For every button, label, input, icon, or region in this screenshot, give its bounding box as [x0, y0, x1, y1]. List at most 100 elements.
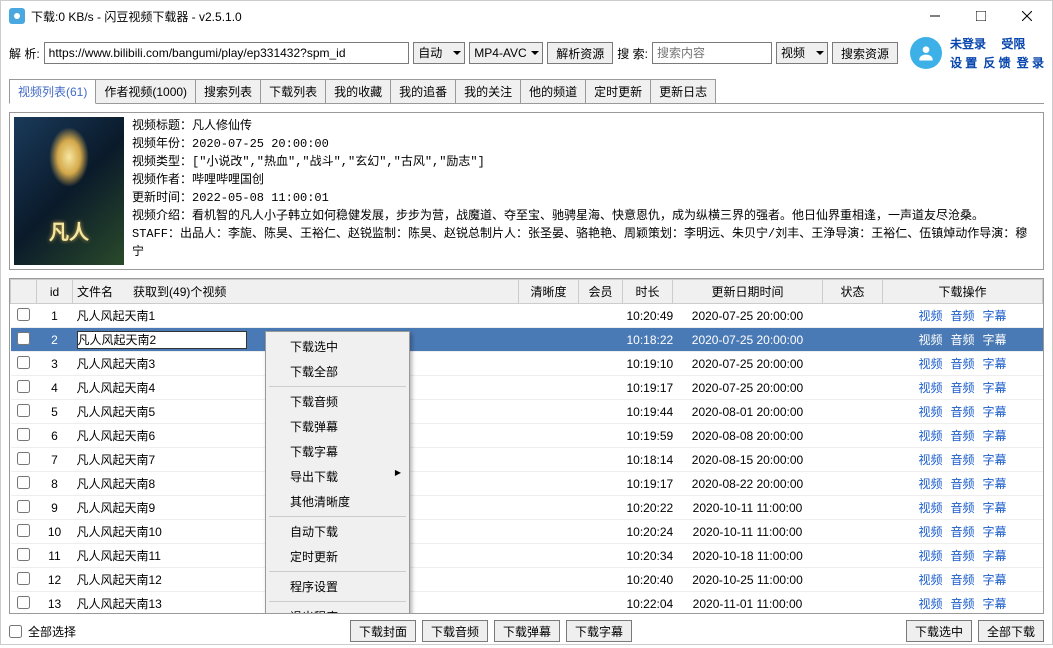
table-row[interactable]: 13凡人风起天南1310:22:042020-11-01 11:00:00视频音… [11, 592, 1043, 614]
tab-6[interactable]: 我的关注 [455, 79, 521, 104]
row-checkbox[interactable] [17, 452, 30, 465]
footer-btn[interactable]: 下载音频 [422, 620, 488, 642]
op-subtitle[interactable]: 字幕 [983, 597, 1007, 611]
table-row[interactable]: 10凡人风起天南1010:20:242020-10-11 11:00:00视频音… [11, 520, 1043, 544]
op-subtitle[interactable]: 字幕 [983, 525, 1007, 539]
op-audio[interactable]: 音频 [950, 405, 974, 419]
op-video[interactable]: 视频 [918, 381, 942, 395]
op-video[interactable]: 视频 [918, 429, 942, 443]
row-checkbox[interactable] [17, 524, 30, 537]
table-row[interactable]: 6凡人风起天南610:19:592020-08-08 20:00:00视频音频字… [11, 424, 1043, 448]
tab-3[interactable]: 下载列表 [260, 79, 326, 104]
table-row[interactable]: 9凡人风起天南910:20:222020-10-11 11:00:00视频音频字… [11, 496, 1043, 520]
ctx-item[interactable]: 其他清晰度 [268, 489, 407, 514]
tab-7[interactable]: 他的频道 [520, 79, 586, 104]
feedback-link[interactable]: 反 馈 [983, 54, 1010, 71]
op-audio[interactable]: 音频 [950, 453, 974, 467]
row-checkbox[interactable] [17, 428, 30, 441]
table-row[interactable]: 4凡人风起天南410:19:172020-07-25 20:00:00视频音频字… [11, 376, 1043, 400]
ctx-item[interactable]: 程序设置 [268, 574, 407, 599]
op-audio[interactable]: 音频 [950, 429, 974, 443]
auto-select[interactable]: 自动 [413, 42, 465, 64]
tab-8[interactable]: 定时更新 [585, 79, 651, 104]
op-audio[interactable]: 音频 [950, 477, 974, 491]
parse-button[interactable]: 解析资源 [547, 42, 613, 64]
col-update[interactable]: 更新日期时间 [673, 280, 823, 304]
filename-edit[interactable] [77, 331, 247, 349]
op-subtitle[interactable]: 字幕 [983, 429, 1007, 443]
op-audio[interactable]: 音频 [950, 573, 974, 587]
op-video[interactable]: 视频 [918, 501, 942, 515]
op-video[interactable]: 视频 [918, 405, 942, 419]
row-checkbox[interactable] [17, 380, 30, 393]
col-clarity[interactable]: 清晰度 [519, 280, 579, 304]
table-row[interactable]: 7凡人风起天南710:18:142020-08-15 20:00:00视频音频字… [11, 448, 1043, 472]
footer-btn[interactable]: 下载弹幕 [494, 620, 560, 642]
ctx-item[interactable]: 下载选中 [268, 334, 407, 359]
tab-1[interactable]: 作者视频(1000) [95, 79, 196, 104]
row-checkbox[interactable] [17, 308, 30, 321]
table-row[interactable]: 12凡人风起天南1210:20:402020-10-25 11:00:00视频音… [11, 568, 1043, 592]
row-checkbox[interactable] [17, 476, 30, 489]
row-checkbox[interactable] [17, 596, 30, 609]
ctx-item[interactable]: 退出程序 [268, 604, 407, 614]
op-audio[interactable]: 音频 [950, 381, 974, 395]
search-type-select[interactable]: 视频 [776, 42, 828, 64]
op-subtitle[interactable]: 字幕 [983, 309, 1007, 323]
col-status[interactable]: 状态 [823, 280, 883, 304]
op-subtitle[interactable]: 字幕 [983, 381, 1007, 395]
table-row[interactable]: 5凡人风起天南510:19:442020-08-01 20:00:00视频音频字… [11, 400, 1043, 424]
settings-link[interactable]: 设 置 [950, 54, 977, 71]
col-member[interactable]: 会员 [579, 280, 623, 304]
op-subtitle[interactable]: 字幕 [983, 477, 1007, 491]
op-audio[interactable]: 音频 [950, 333, 974, 347]
tab-4[interactable]: 我的收藏 [325, 79, 391, 104]
op-subtitle[interactable]: 字幕 [983, 501, 1007, 515]
op-video[interactable]: 视频 [918, 477, 942, 491]
op-subtitle[interactable]: 字幕 [983, 333, 1007, 347]
ctx-item[interactable]: 导出下载 [268, 464, 407, 489]
op-video[interactable]: 视频 [918, 597, 942, 611]
op-subtitle[interactable]: 字幕 [983, 573, 1007, 587]
row-checkbox[interactable] [17, 356, 30, 369]
ctx-item[interactable]: 定时更新 [268, 544, 407, 569]
ctx-item[interactable]: 下载全部 [268, 359, 407, 384]
table-row[interactable]: 3凡人风起天南310:19:102020-07-25 20:00:00视频音频字… [11, 352, 1043, 376]
col-duration[interactable]: 时长 [623, 280, 673, 304]
ctx-item[interactable]: 下载弹幕 [268, 414, 407, 439]
op-audio[interactable]: 音频 [950, 525, 974, 539]
row-checkbox[interactable] [17, 572, 30, 585]
op-subtitle[interactable]: 字幕 [983, 405, 1007, 419]
format-select[interactable]: MP4-AVC [469, 42, 543, 64]
table-row[interactable]: 11凡人风起天南1110:20:342020-10-18 11:00:00视频音… [11, 544, 1043, 568]
footer-btn[interactable]: 下载封面 [350, 620, 416, 642]
footer-btn[interactable]: 下载字幕 [566, 620, 632, 642]
table-row[interactable]: 210:18:222020-07-25 20:00:00视频音频字幕 [11, 328, 1043, 352]
row-checkbox[interactable] [17, 332, 30, 345]
op-audio[interactable]: 音频 [950, 357, 974, 371]
op-audio[interactable]: 音频 [950, 597, 974, 611]
avatar[interactable] [910, 37, 942, 69]
minimize-button[interactable] [912, 1, 958, 31]
ctx-item[interactable]: 下载音频 [268, 389, 407, 414]
table-row[interactable]: 8凡人风起天南810:19:172020-08-22 20:00:00视频音频字… [11, 472, 1043, 496]
row-checkbox[interactable] [17, 500, 30, 513]
op-subtitle[interactable]: 字幕 [983, 549, 1007, 563]
col-filename[interactable]: 文件名 获取到(49)个视频 [73, 280, 519, 304]
col-id[interactable]: id [37, 280, 73, 304]
footer-btn-right[interactable]: 全部下载 [978, 620, 1044, 642]
op-audio[interactable]: 音频 [950, 309, 974, 323]
row-checkbox[interactable] [17, 404, 30, 417]
maximize-button[interactable] [958, 1, 1004, 31]
op-video[interactable]: 视频 [918, 357, 942, 371]
tab-2[interactable]: 搜索列表 [195, 79, 261, 104]
op-subtitle[interactable]: 字幕 [983, 453, 1007, 467]
op-audio[interactable]: 音频 [950, 501, 974, 515]
search-input[interactable] [652, 42, 772, 64]
close-button[interactable] [1004, 1, 1050, 31]
op-video[interactable]: 视频 [918, 549, 942, 563]
tab-0[interactable]: 视频列表(61) [9, 79, 96, 104]
op-video[interactable]: 视频 [918, 309, 942, 323]
footer-btn-right[interactable]: 下载选中 [906, 620, 972, 642]
op-subtitle[interactable]: 字幕 [983, 357, 1007, 371]
